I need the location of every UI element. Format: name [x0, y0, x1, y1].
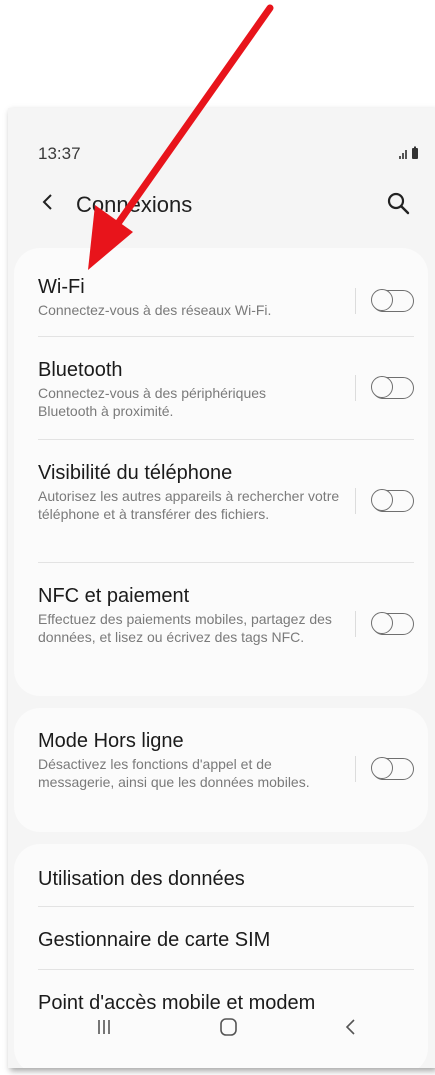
- annotation-arrow-icon: [88, 4, 274, 270]
